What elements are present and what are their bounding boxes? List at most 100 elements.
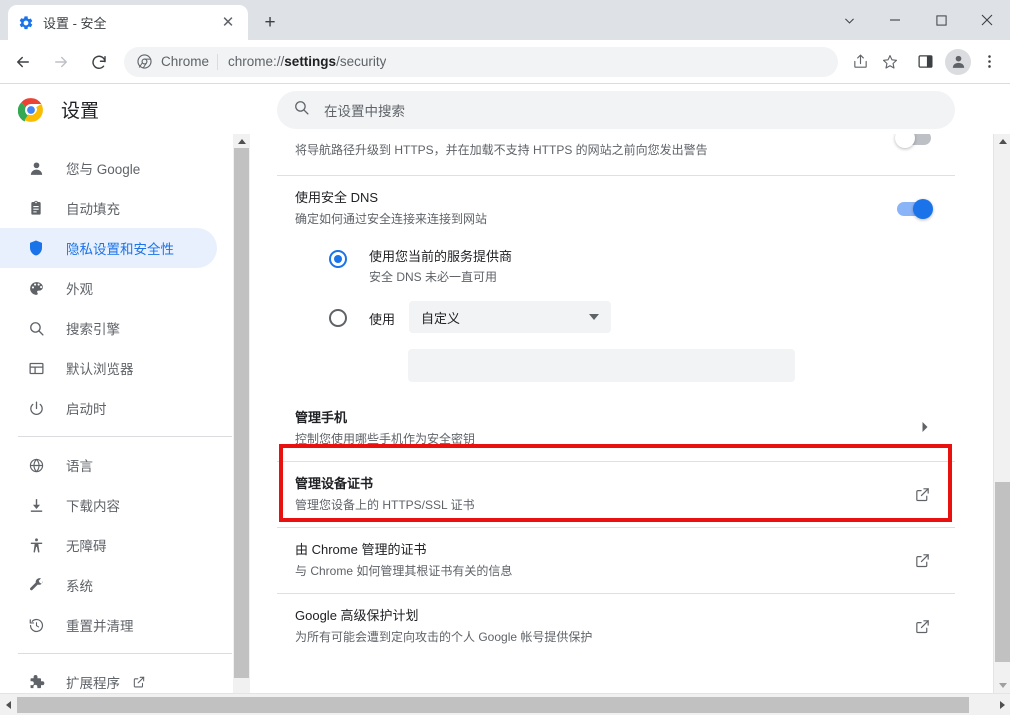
sidebar-divider-2 <box>18 653 232 654</box>
tab-title: 设置 - 安全 <box>43 13 218 32</box>
minimize-icon[interactable] <box>872 0 918 40</box>
profile-avatar-icon[interactable] <box>945 49 971 75</box>
forward-button[interactable] <box>46 47 76 77</box>
sidebar-item-on-startup[interactable]: 启动时 <box>0 388 217 428</box>
dns-provider-select[interactable]: 自定义 <box>409 301 611 333</box>
search-icon <box>293 99 310 121</box>
horizontal-scrollbar[interactable] <box>0 693 1010 715</box>
radio-text: 使用您当前的服务提供商 安全 DNS 未必一直可用 <box>369 247 512 287</box>
maximize-icon[interactable] <box>918 0 964 40</box>
external-link-icon[interactable] <box>914 552 931 569</box>
row-control <box>919 421 931 436</box>
toggle-knob <box>895 134 915 148</box>
row-text: 管理设备证书 管理您设备上的 HTTPS/SSL 证书 <box>295 474 898 515</box>
close-icon[interactable] <box>964 0 1010 40</box>
radio-button[interactable] <box>329 309 347 327</box>
manage-phones-row[interactable]: 管理手机 控制您使用哪些手机作为安全密钥 <box>277 396 955 462</box>
side-panel-icon[interactable] <box>911 48 939 76</box>
sidebar-item-accessibility[interactable]: 无障碍 <box>0 525 217 565</box>
url-suffix: /security <box>336 54 386 69</box>
browser-tab[interactable]: 设置 - 安全 ✕ <box>8 5 248 40</box>
scroll-down-arrow-icon[interactable] <box>994 678 1010 693</box>
select-value: 自定义 <box>421 308 589 327</box>
radio-label: 使用 <box>369 309 395 328</box>
content-scrollbar[interactable] <box>993 134 1010 693</box>
dns-custom-input[interactable] <box>408 349 795 382</box>
advanced-protection-row[interactable]: Google 高级保护计划 为所有可能会遭到定向攻击的个人 Google 帐号提… <box>277 594 955 659</box>
sidebar-scrollbar[interactable] <box>233 134 250 693</box>
chrome-managed-certificates-row[interactable]: 由 Chrome 管理的证书 与 Chrome 如何管理其根证书有关的信息 <box>277 528 955 594</box>
https-upgrade-row[interactable]: 将导航路径升级到 HTTPS，并在加载不支持 HTTPS 的网站之前向您发出警告 <box>277 134 955 176</box>
sidebar-label: 默认浏览器 <box>66 358 134 378</box>
secure-dns-toggle[interactable] <box>897 202 931 216</box>
sidebar-scroll-thumb[interactable] <box>234 148 249 678</box>
row-text: 使用安全 DNS 确定如何通过安全连接来连接到网站 <box>295 188 881 229</box>
row-title: 管理设备证书 <box>295 474 898 494</box>
secure-dns-title: 使用安全 DNS <box>295 188 881 208</box>
external-link-icon <box>132 675 147 690</box>
scroll-left-arrow-icon[interactable] <box>0 694 16 715</box>
sidebar-item-system[interactable]: 系统 <box>0 565 217 605</box>
clipboard-icon <box>26 198 46 218</box>
dns-radio-current-provider[interactable]: 使用您当前的服务提供商 安全 DNS 未必一直可用 <box>295 247 937 287</box>
secure-dns-row[interactable]: 使用安全 DNS 确定如何通过安全连接来连接到网站 <box>277 176 955 241</box>
download-icon <box>26 495 46 515</box>
window-controls <box>826 0 1010 40</box>
tab-strip: 设置 - 安全 ✕ + <box>0 0 1010 40</box>
chevron-down-icon[interactable] <box>826 0 872 40</box>
sidebar-item-autofill[interactable]: 自动填充 <box>0 188 217 228</box>
bookmark-star-icon[interactable] <box>876 48 904 76</box>
search-input[interactable]: 在设置中搜索 <box>324 100 405 120</box>
scroll-up-arrow-icon[interactable] <box>994 134 1010 149</box>
external-link-icon[interactable] <box>914 618 931 635</box>
dns-radio-custom[interactable]: 使用 自定义 <box>295 301 937 341</box>
radio-button[interactable] <box>329 250 347 268</box>
dns-radio-group: 使用您当前的服务提供商 安全 DNS 未必一直可用 使用 自定义 <box>277 241 955 396</box>
sidebar-item-default-browser[interactable]: 默认浏览器 <box>0 348 217 388</box>
chevron-right-icon[interactable] <box>919 421 931 436</box>
sidebar-label: 无障碍 <box>66 535 107 555</box>
chrome-logo-icon <box>18 97 44 123</box>
https-upgrade-toggle[interactable] <box>897 134 931 145</box>
row-text: 管理手机 控制您使用哪些手机作为安全密钥 <box>295 408 903 449</box>
settings-search-box[interactable]: 在设置中搜索 <box>277 91 955 129</box>
sidebar-divider-1 <box>18 436 232 437</box>
row-subtitle: 将导航路径升级到 HTTPS，并在加载不支持 HTTPS 的网站之前向您发出警告 <box>295 140 881 160</box>
address-bar[interactable]: Chrome chrome://settings/security <box>124 47 838 77</box>
sidebar-item-extensions[interactable]: 扩展程序 <box>0 662 217 693</box>
sidebar-item-reset-and-cleanup[interactable]: 重置并清理 <box>0 605 217 645</box>
sidebar-label: 扩展程序 <box>66 672 120 692</box>
content-scroll-thumb[interactable] <box>995 482 1010 662</box>
url-bold: settings <box>284 54 336 69</box>
sidebar-label: 搜索引擎 <box>66 318 120 338</box>
sidebar-item-privacy-and-security[interactable]: 隐私设置和安全性 <box>0 228 217 268</box>
tab-close-icon[interactable]: ✕ <box>218 13 238 33</box>
sidebar-item-downloads[interactable]: 下载内容 <box>0 485 217 525</box>
back-button[interactable] <box>8 47 38 77</box>
toggle-knob <box>913 199 933 219</box>
radio-label: 使用您当前的服务提供商 <box>369 247 512 266</box>
scroll-up-arrow-icon[interactable] <box>233 134 250 148</box>
horizontal-scroll-thumb[interactable] <box>17 697 969 713</box>
settings-body: 您与 Google 自动填充 隐私设置和安全性 外观 <box>0 134 1010 693</box>
palette-icon <box>26 278 46 298</box>
external-link-icon[interactable] <box>914 486 931 503</box>
browser-window: 设置 - 安全 ✕ + <box>0 0 1010 715</box>
sidebar-item-languages[interactable]: 语言 <box>0 445 217 485</box>
manage-device-certificates-row[interactable]: 管理设备证书 管理您设备上的 HTTPS/SSL 证书 <box>277 462 955 528</box>
three-dot-menu-icon[interactable] <box>975 48 1003 76</box>
new-tab-button[interactable]: + <box>256 9 284 37</box>
sidebar-item-appearance[interactable]: 外观 <box>0 268 217 308</box>
sidebar-item-you-and-google[interactable]: 您与 Google <box>0 148 217 188</box>
sidebar-label: 语言 <box>66 455 93 475</box>
scroll-right-arrow-icon[interactable] <box>994 694 1010 715</box>
row-control <box>914 552 931 569</box>
sidebar-label: 系统 <box>66 575 93 595</box>
share-icon[interactable] <box>846 48 874 76</box>
row-subtitle: 与 Chrome 如何管理其根证书有关的信息 <box>295 561 898 581</box>
power-icon <box>26 398 46 418</box>
row-text: 将导航路径升级到 HTTPS，并在加载不支持 HTTPS 的网站之前向您发出警告 <box>295 139 881 160</box>
row-subtitle: 为所有可能会遭到定向攻击的个人 Google 帐号提供保护 <box>295 627 898 647</box>
reload-button[interactable] <box>84 47 114 77</box>
sidebar-item-search-engine[interactable]: 搜索引擎 <box>0 308 217 348</box>
